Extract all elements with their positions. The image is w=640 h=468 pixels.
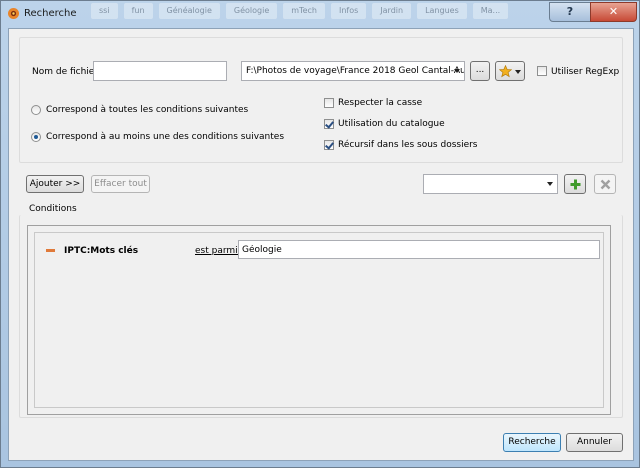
browse-folder-button[interactable]: ... [470,61,490,81]
filename-input[interactable] [93,61,227,81]
dialog-client-area: Nom de fichier F:\Photos de voyage\Franc… [8,28,634,461]
plus-icon [570,179,581,190]
chevron-down-icon[interactable] [547,182,553,186]
background-tab: ssi [91,3,118,19]
regexp-checkbox[interactable] [537,66,547,76]
title-bar[interactable]: ssi fun Généalogie Géologie mTech Infos … [1,1,639,29]
clear-all-button[interactable]: Effacer tout [91,175,150,193]
conditions-list-panel: IPTC:Mots clés est parmis [27,225,611,415]
background-tab: Langues [417,3,467,19]
condition-field: IPTC:Mots clés [64,246,139,256]
chevron-down-icon[interactable] [454,69,460,73]
match-all-label: Correspond à toutes les conditions suiva… [46,105,249,115]
search-options-group [19,37,623,163]
filename-label: Nom de fichier [32,67,99,77]
recursive-label: Récursif dans les sous dossiers [338,140,478,150]
add-condition-button[interactable]: Ajouter >> [26,175,84,193]
background-tab-strip: ssi fun Généalogie Géologie mTech Infos … [91,3,551,23]
use-catalog-label: Utilisation du catalogue [338,119,445,129]
remove-condition-icon[interactable] [46,249,55,252]
use-catalog-checkbox[interactable] [324,119,334,129]
background-tab: fun [123,3,153,19]
match-any-label: Correspond à au moins une des conditions… [46,132,285,142]
background-tab: Ma... [472,3,509,19]
star-icon [499,65,512,78]
app-flower-icon [8,8,19,19]
background-tab: Infos [330,3,367,19]
recursive-checkbox[interactable] [324,140,334,150]
conditions-list: IPTC:Mots clés est parmis [34,232,604,408]
help-button[interactable]: ? [549,2,591,22]
background-tab: Jardin [372,3,412,19]
match-any-radio[interactable] [31,132,41,142]
condition-operator[interactable]: est parmis [195,246,242,256]
delete-preset-button[interactable] [594,174,616,194]
conditions-title: Conditions [29,204,77,214]
window-title: Recherche [24,8,77,19]
match-all-radio[interactable] [31,105,41,115]
search-dialog-window: ssi fun Généalogie Géologie mTech Infos … [0,0,640,468]
background-tab: mTech [283,3,325,19]
case-sensitive-checkbox[interactable] [324,98,334,108]
close-button[interactable]: ✕ [590,2,637,22]
add-preset-button[interactable] [564,174,586,194]
folder-combo[interactable]: F:\Photos de voyage\France 2018 Geol Can… [241,61,465,81]
condition-value-input[interactable] [238,240,600,259]
condition-preset-combo[interactable] [423,174,558,194]
background-tab: Généalogie [158,3,220,19]
delete-x-icon [600,179,611,190]
search-button[interactable]: Recherche [503,433,561,452]
case-sensitive-label: Respecter la casse [338,98,423,108]
favorites-button[interactable] [495,61,525,81]
background-tab: Géologie [225,3,278,19]
folder-combo-value: F:\Photos de voyage\France 2018 Geol Can… [246,66,465,76]
cancel-button[interactable]: Annuler [566,433,623,452]
regexp-label: Utiliser RegExp [551,67,620,77]
chevron-down-icon [515,70,521,74]
